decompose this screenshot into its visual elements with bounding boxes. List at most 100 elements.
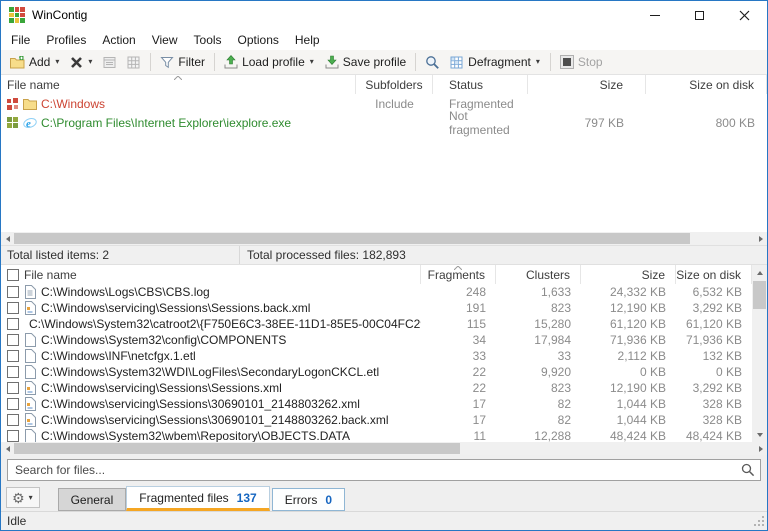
file-row[interactable]: C:\Windows\INF\netcfgx.1.etl 33 33 2,112… [1,348,752,364]
file-row[interactable]: C:\Windows\System32\wbem\Repository\OBJE… [1,428,752,442]
menu-help[interactable]: Help [287,31,328,49]
file-row[interactable]: C:\Windows\servicing\Sessions\Sessions.b… [1,300,752,316]
scrollbar-thumb[interactable] [14,443,460,454]
file-clusters: 823 [496,301,581,315]
scroll-right-arrow[interactable] [754,232,767,245]
defragment-button[interactable]: Defragment ▾ [445,53,546,71]
remove-dropdown-caret[interactable]: ▾ [87,58,93,66]
item-subfolders: Include [356,97,433,111]
toolbar-separator [415,53,416,71]
file-path: C:\Windows\servicing\Sessions\30690101_2… [41,413,389,427]
file-row[interactable]: C:\Windows\servicing\Sessions\30690101_2… [1,412,752,428]
column-header-status[interactable]: Status [433,75,528,94]
scroll-up-arrow[interactable] [752,265,767,280]
file-clusters: 1,633 [496,285,581,299]
load-profile-dropdown-caret[interactable]: ▾ [309,58,315,66]
row-checkbox[interactable] [7,318,19,330]
defragment-dropdown-caret[interactable]: ▾ [535,58,541,66]
row-checkbox[interactable] [7,430,19,442]
file-fragments: 17 [421,397,496,411]
menu-file[interactable]: File [3,31,38,49]
scroll-left-arrow[interactable] [1,232,14,245]
column-header-file-name[interactable]: File name [1,265,421,284]
file-size: 12,190 KB [581,381,676,395]
tab-general[interactable]: General [58,488,127,511]
file-fragments: 22 [421,381,496,395]
file-row[interactable]: C:\Windows\servicing\Sessions\Sessions.x… [1,380,752,396]
items-list-row[interactable]: C:\Windows Include Fragmented [1,94,767,113]
row-checkbox[interactable] [7,382,19,394]
grid-icon [127,56,141,69]
gear-icon: ⚙ [12,491,25,505]
scrollbar-thumb[interactable] [753,281,766,309]
file-path: C:\Windows\INF\netcfgx.1.etl [41,349,196,363]
column-header-size[interactable]: Size [581,265,676,284]
analyze-magnifier-icon [425,55,440,70]
file-fragments: 17 [421,413,496,427]
row-checkbox[interactable] [7,350,19,362]
column-header-file-name[interactable]: File name [1,75,356,94]
filter-button[interactable]: Filter [155,53,210,71]
tab-errors[interactable]: Errors 0 [272,488,345,511]
fragmented-list-header: File name Fragments Clusters Size Size o… [1,265,752,284]
scroll-left-arrow[interactable] [1,442,14,455]
column-header-size-on-disk[interactable]: Size on disk [646,75,767,94]
column-header-subfolders[interactable]: Subfolders [356,75,433,94]
row-checkbox[interactable] [7,398,19,410]
search-input[interactable] [7,459,761,481]
file-size-on-disk: 0 KB [676,365,752,379]
file-clusters: 17,984 [496,333,581,347]
resize-grip[interactable] [753,515,765,527]
scrollbar-thumb[interactable] [14,233,690,244]
save-profile-button[interactable]: Save profile [320,53,411,71]
column-header-fragments[interactable]: Fragments [421,265,496,284]
file-row[interactable]: C:\Windows\servicing\Sessions\30690101_2… [1,396,752,412]
file-size-on-disk: 61,120 KB [676,317,752,331]
row-checkbox[interactable] [7,366,19,378]
top-list-horizontal-scrollbar[interactable] [1,232,767,245]
fragmented-list-vertical-scrollbar[interactable] [752,265,767,442]
search-icon[interactable] [741,463,755,477]
file-row[interactable]: C:\Windows\System32\catroot2\{F750E6C3-3… [1,316,752,332]
menu-view[interactable]: View [144,31,186,49]
cluster-map-button[interactable] [122,54,146,71]
file-path: C:\Windows\servicing\Sessions\Sessions.x… [41,381,282,395]
row-checkbox[interactable] [7,302,19,314]
scroll-right-arrow[interactable] [754,442,767,455]
minimize-button[interactable] [632,1,677,29]
menu-options[interactable]: Options [230,31,287,49]
item-size-on-disk: 800 KB [646,116,767,130]
load-profile-button[interactable]: Load profile ▾ [219,53,320,71]
select-all-checkbox[interactable] [7,269,19,281]
file-row[interactable]: C:\Windows\System32\WDI\LogFiles\Seconda… [1,364,752,380]
row-checkbox[interactable] [7,334,19,346]
scroll-down-arrow[interactable] [752,427,767,442]
file-icon [24,349,36,363]
column-header-size-on-disk[interactable]: Size on disk [676,265,752,284]
file-clusters: 823 [496,381,581,395]
menu-tools[interactable]: Tools [186,31,230,49]
file-row[interactable]: C:\Windows\System32\config\COMPONENTS 34… [1,332,752,348]
menu-action[interactable]: Action [94,31,143,49]
row-checkbox[interactable] [7,414,19,426]
menu-profiles[interactable]: Profiles [38,31,94,49]
column-header-size[interactable]: Size [528,75,646,94]
analyze-button[interactable] [420,53,445,72]
list-status-bar: Total listed items: 2 Total processed fi… [1,245,767,265]
column-header-clusters[interactable]: Clusters [496,265,581,284]
add-button[interactable]: Add ▾ [5,53,65,71]
fragmented-list-horizontal-scrollbar[interactable] [1,442,767,455]
items-list-row[interactable]: e C:\Program Files\Internet Explorer\iex… [1,113,767,132]
remove-button[interactable]: ▾ [65,54,98,71]
close-button[interactable] [722,1,767,29]
add-dropdown-caret[interactable]: ▾ [54,58,60,66]
settings-button[interactable]: ⚙ ▾ [6,487,40,508]
row-checkbox[interactable] [7,286,19,298]
maximize-button[interactable] [677,1,722,29]
tab-fragmented-files[interactable]: Fragmented files 137 [126,486,269,511]
stop-button[interactable]: Stop [555,53,608,71]
settings-dropdown-caret[interactable]: ▾ [28,494,34,502]
file-row[interactable]: C:\Windows\Logs\CBS\CBS.log 248 1,633 24… [1,284,752,300]
properties-button[interactable] [98,54,122,71]
status-text: Idle [7,514,26,528]
